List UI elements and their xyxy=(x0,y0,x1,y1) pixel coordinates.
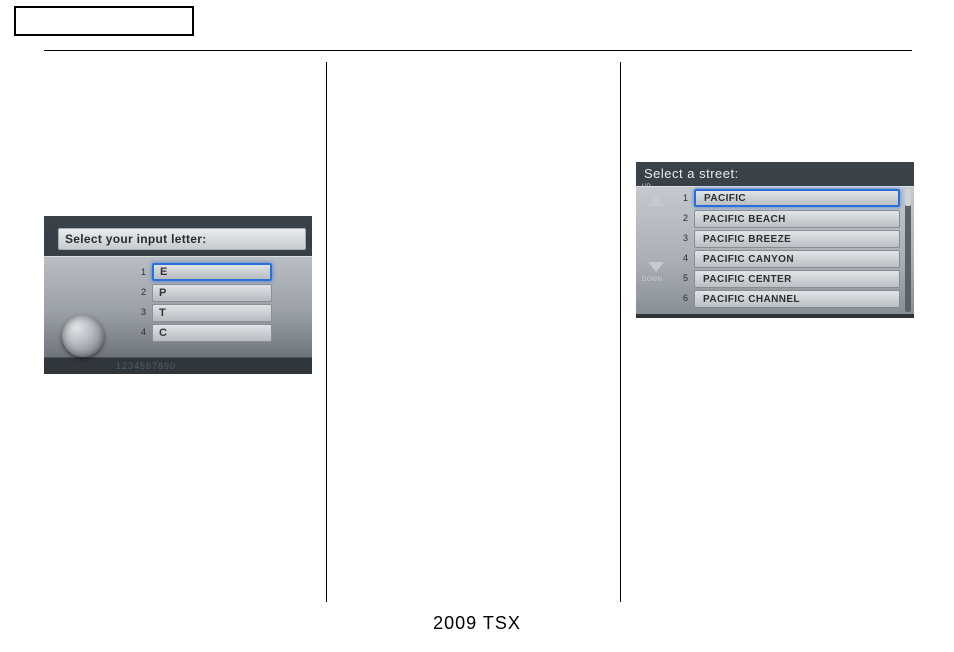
horizontal-rule xyxy=(44,50,912,51)
nav-screenshot-select-street: Select a street: 1 PACIFIC 2 PACIFIC BEA… xyxy=(636,162,914,318)
screen1-row-number: 2 xyxy=(136,287,146,297)
screen2-panel: 1 PACIFIC 2 PACIFIC BEACH 3 PACIFIC BREE… xyxy=(636,186,914,314)
nav-screenshot-input-letter: Select your input letter: 1 E 2 P 3 T 4 … xyxy=(44,216,312,374)
screen2-row-street[interactable]: PACIFIC BREEZE xyxy=(694,230,900,248)
screen2-row-number: 6 xyxy=(676,293,688,303)
screen2-row-number: 2 xyxy=(676,213,688,223)
down-label: DOWN xyxy=(642,277,662,283)
screen2-row-street[interactable]: PACIFIC CANYON xyxy=(694,250,900,268)
screen1-panel: 1 E 2 P 3 T 4 C xyxy=(44,256,312,358)
screen1-row-letter[interactable]: E xyxy=(152,263,272,281)
screen2-row-street[interactable]: PACIFIC CENTER xyxy=(694,270,900,288)
footer-model-year: 2009 TSX xyxy=(0,613,954,634)
screen1-row-letter[interactable]: P xyxy=(152,284,272,302)
screen2-title: Select a street: xyxy=(644,166,739,181)
column-divider-1 xyxy=(326,62,327,602)
arrow-down-icon[interactable] xyxy=(648,262,664,272)
screen1-row-number: 1 xyxy=(136,267,146,277)
up-label: UP xyxy=(642,184,651,190)
screen1-bottom-numbers: 1234567890 xyxy=(116,361,176,371)
screen2-row-number: 4 xyxy=(676,253,688,263)
screen2-row-number: 5 xyxy=(676,273,688,283)
scrollbar-thumb[interactable] xyxy=(905,188,911,206)
screen1-row-number: 3 xyxy=(136,307,146,317)
scrollbar-track[interactable] xyxy=(905,188,911,312)
screen2-row-street[interactable]: PACIFIC BEACH xyxy=(694,210,900,228)
screen2-row-number: 3 xyxy=(676,233,688,243)
screen2-row-street[interactable]: PACIFIC xyxy=(694,189,900,207)
screen1-row-number: 4 xyxy=(136,327,146,337)
screen1-title: Select your input letter: xyxy=(58,228,306,250)
arrow-up-icon[interactable] xyxy=(648,196,664,206)
rotary-knob-icon[interactable] xyxy=(62,315,104,357)
screen2-row-street[interactable]: PACIFIC CHANNEL xyxy=(694,290,900,308)
screen1-row-letter[interactable]: C xyxy=(152,324,272,342)
screen1-row-letter[interactable]: T xyxy=(152,304,272,322)
column-divider-2 xyxy=(620,62,621,602)
top-blank-box xyxy=(14,6,194,36)
screen2-row-number: 1 xyxy=(676,193,688,203)
